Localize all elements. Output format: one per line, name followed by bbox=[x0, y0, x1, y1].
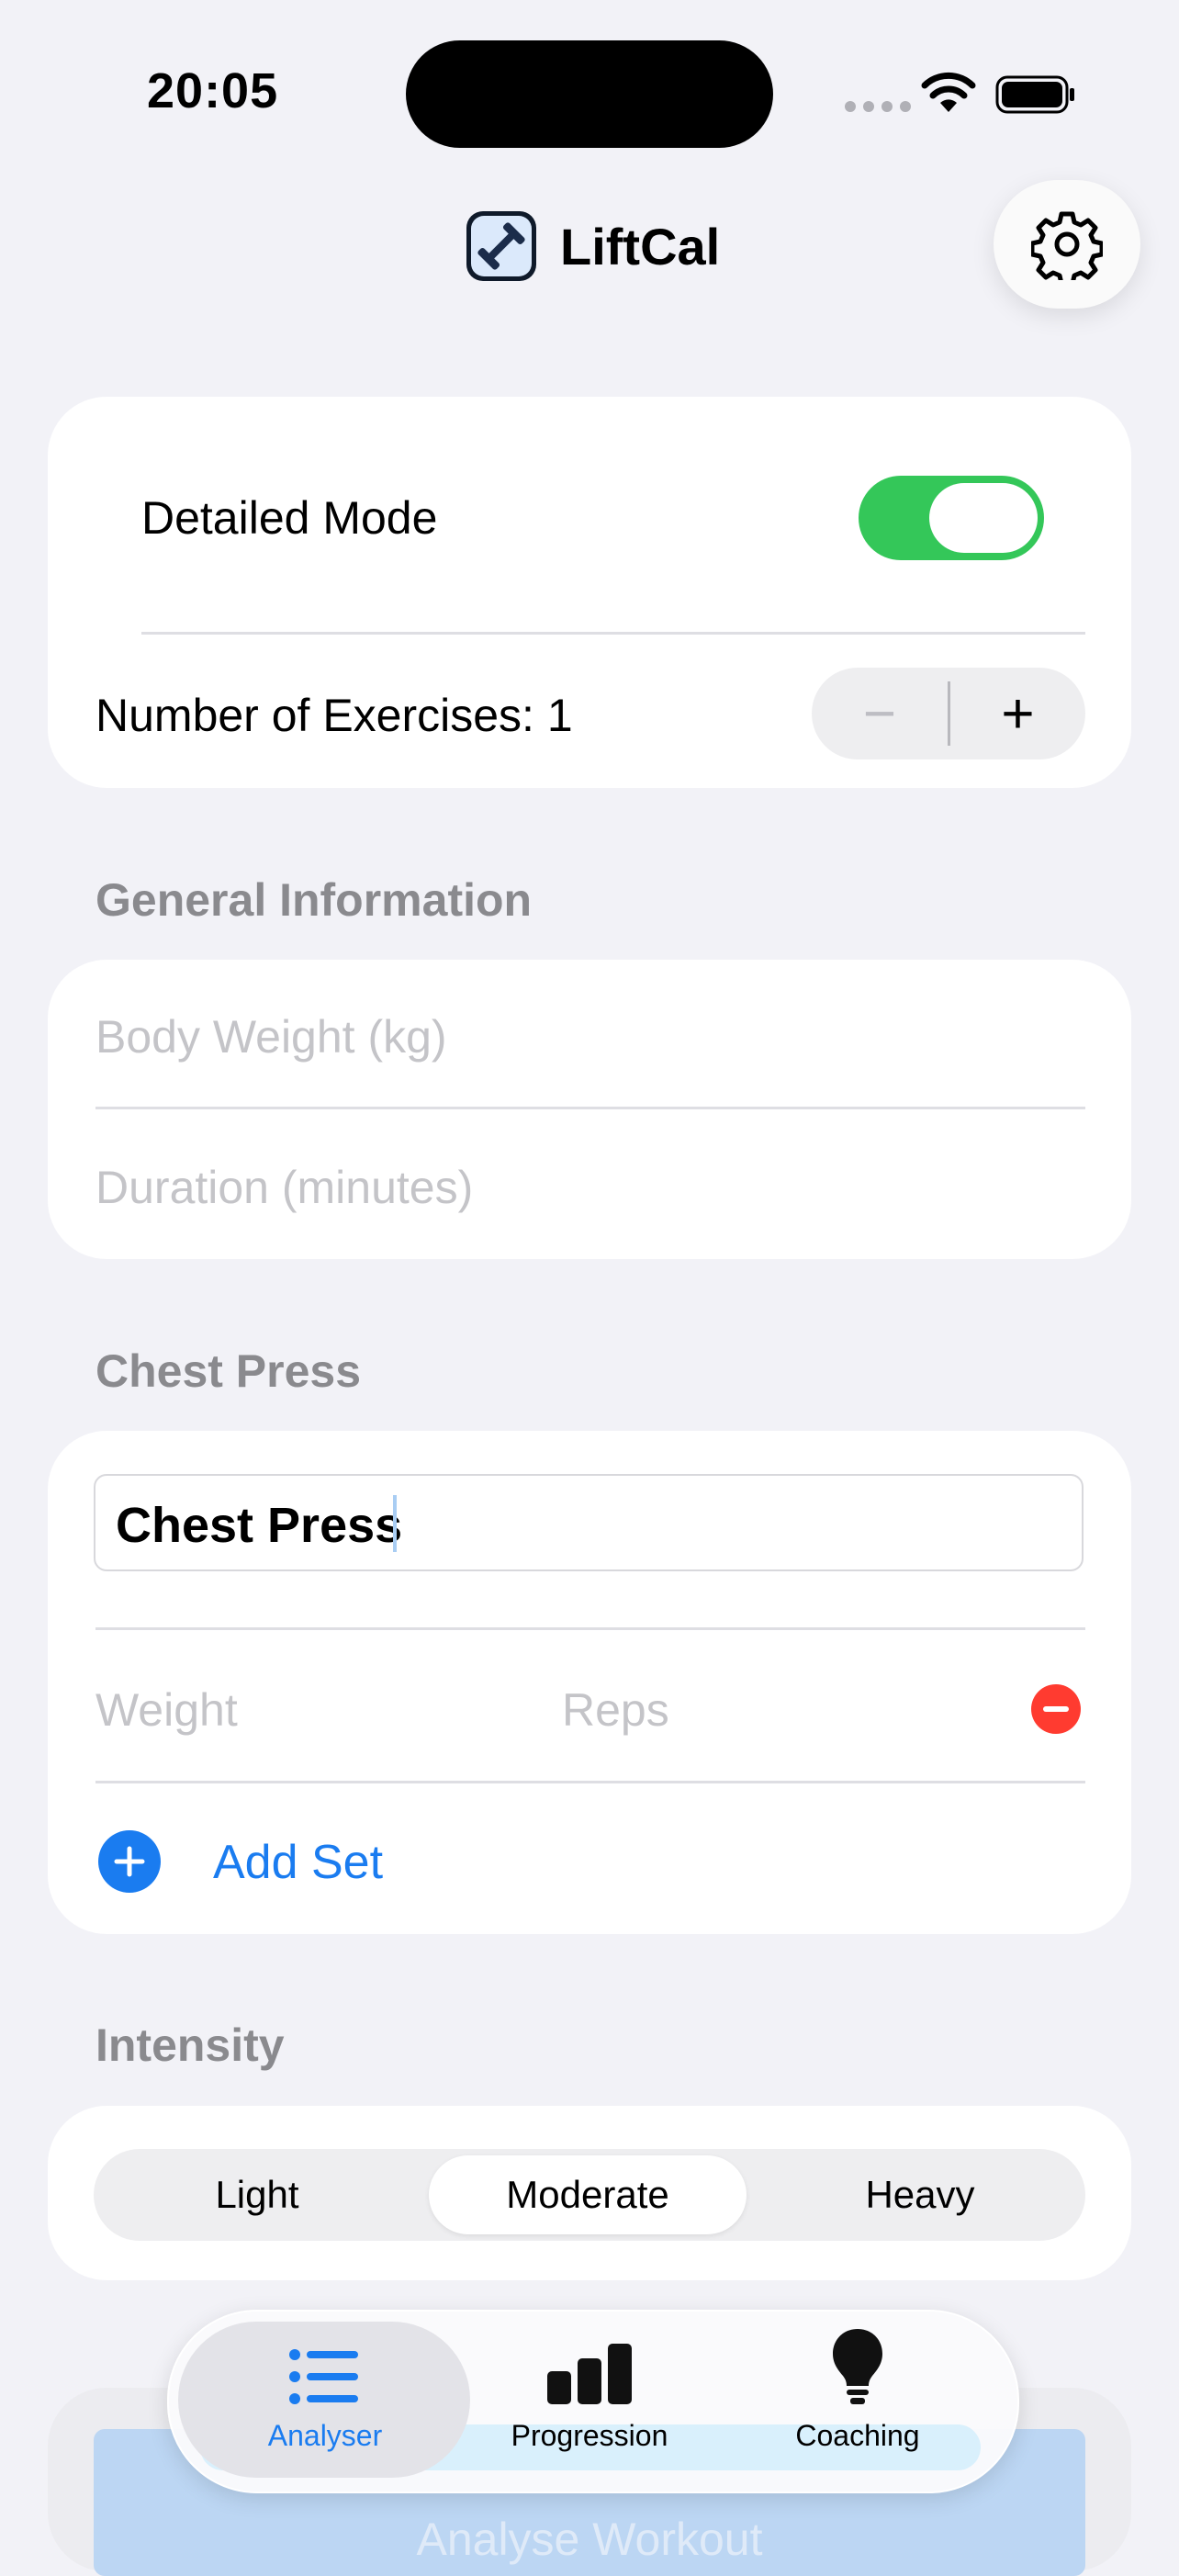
lightbulb-icon bbox=[833, 2329, 882, 2404]
remove-set-button[interactable] bbox=[1031, 1684, 1081, 1734]
add-set-button[interactable]: Add Set bbox=[213, 1835, 383, 1890]
divider bbox=[95, 1781, 1085, 1783]
app-title: LiftCal bbox=[560, 218, 721, 276]
analyse-workout-label: Analyse Workout bbox=[416, 2514, 763, 2565]
app-logo-icon bbox=[466, 211, 536, 281]
divider bbox=[141, 632, 1085, 635]
general-information-card bbox=[48, 960, 1131, 1259]
intensity-option-heavy[interactable]: Heavy bbox=[755, 2149, 1085, 2241]
list-icon bbox=[289, 2349, 358, 2404]
divider bbox=[95, 1627, 1085, 1630]
exercise-section-header: Chest Press bbox=[95, 1345, 362, 1397]
minus-icon bbox=[1043, 1706, 1069, 1712]
wifi-icon bbox=[921, 72, 976, 112]
add-set-icon[interactable] bbox=[98, 1830, 161, 1893]
tab-label-coaching: Coaching bbox=[795, 2419, 920, 2452]
intensity-option-moderate[interactable]: Moderate bbox=[429, 2155, 747, 2234]
body-weight-field[interactable]: Body Weight (kg) bbox=[95, 1010, 447, 1063]
cellular-signal-icon bbox=[845, 101, 911, 112]
exercise-name-value: Chest Press bbox=[116, 1498, 403, 1553]
general-information-header: General Information bbox=[95, 874, 533, 926]
status-time: 20:05 bbox=[147, 63, 279, 118]
gear-icon bbox=[1031, 211, 1103, 280]
tab-progression[interactable]: Progression bbox=[452, 2333, 727, 2453]
duration-field[interactable]: Duration (minutes) bbox=[95, 1161, 473, 1214]
settings-button[interactable] bbox=[994, 180, 1140, 309]
detailed-mode-label: Detailed Mode bbox=[141, 492, 438, 544]
set-reps-field[interactable]: Reps bbox=[562, 1683, 669, 1737]
toggle-knob bbox=[929, 483, 1038, 553]
exercise-count-label: Number of Exercises: 1 bbox=[95, 690, 573, 741]
bar-chart-icon bbox=[547, 2344, 632, 2404]
tab-label-progression: Progression bbox=[511, 2419, 668, 2452]
set-weight-field[interactable]: Weight bbox=[95, 1683, 238, 1737]
tab-label-analyser: Analyser bbox=[267, 2419, 383, 2452]
text-cursor bbox=[393, 1495, 397, 1552]
divider bbox=[95, 1107, 1085, 1109]
intensity-option-light[interactable]: Light bbox=[94, 2149, 421, 2241]
stepper-increment-button[interactable]: + bbox=[950, 668, 1085, 759]
battery-icon bbox=[995, 75, 1074, 114]
dynamic-island bbox=[406, 40, 773, 148]
tab-analyser[interactable]: Analyser bbox=[187, 2333, 463, 2453]
stepper-decrement-button[interactable]: − bbox=[812, 668, 948, 759]
tab-coaching[interactable]: Coaching bbox=[720, 2329, 995, 2453]
intensity-header: Intensity bbox=[95, 2019, 285, 2071]
